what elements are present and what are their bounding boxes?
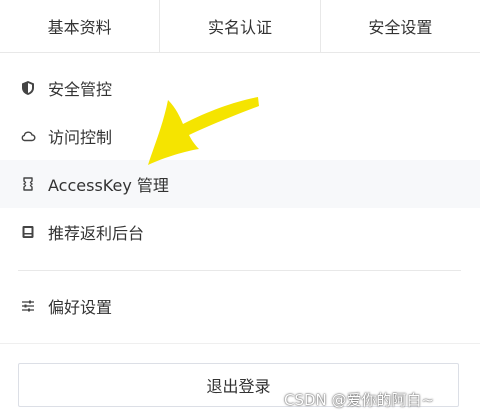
cloud-icon [20,128,36,144]
menu-divider [18,270,461,271]
menu-item-label: 偏好设置 [48,298,113,317]
account-menu: 安全管控 访问控制 AccessKey 管理 推荐返利后台 [0,64,480,256]
section-divider [0,343,480,344]
key-frame-icon [20,176,36,192]
preferences-menu: 偏好设置 [0,282,480,330]
menu-item-access-control[interactable]: 访问控制 [0,112,480,160]
sliders-icon [20,298,36,314]
tab-basic-info[interactable]: 基本资料 [0,0,161,52]
tab-security-settings[interactable]: 安全设置 [321,0,480,52]
menu-item-referral-backend[interactable]: 推荐返利后台 [0,208,480,256]
shield-icon [20,80,36,96]
settings-tabs: 基本资料 实名认证 安全设置 [0,0,480,53]
menu-item-preferences[interactable]: 偏好设置 [0,282,480,330]
menu-item-label: 安全管控 [48,80,113,99]
menu-item-label: AccessKey 管理 [48,176,169,195]
csdn-watermark: CSDN @爱你的阿白~ [284,391,435,409]
menu-item-label: 访问控制 [48,128,113,147]
inbox-icon [20,224,36,240]
menu-item-accesskey[interactable]: AccessKey 管理 [0,160,480,208]
menu-item-label: 推荐返利后台 [48,224,145,243]
menu-item-security-control[interactable]: 安全管控 [0,64,480,112]
tab-real-name-auth[interactable]: 实名认证 [160,0,321,52]
